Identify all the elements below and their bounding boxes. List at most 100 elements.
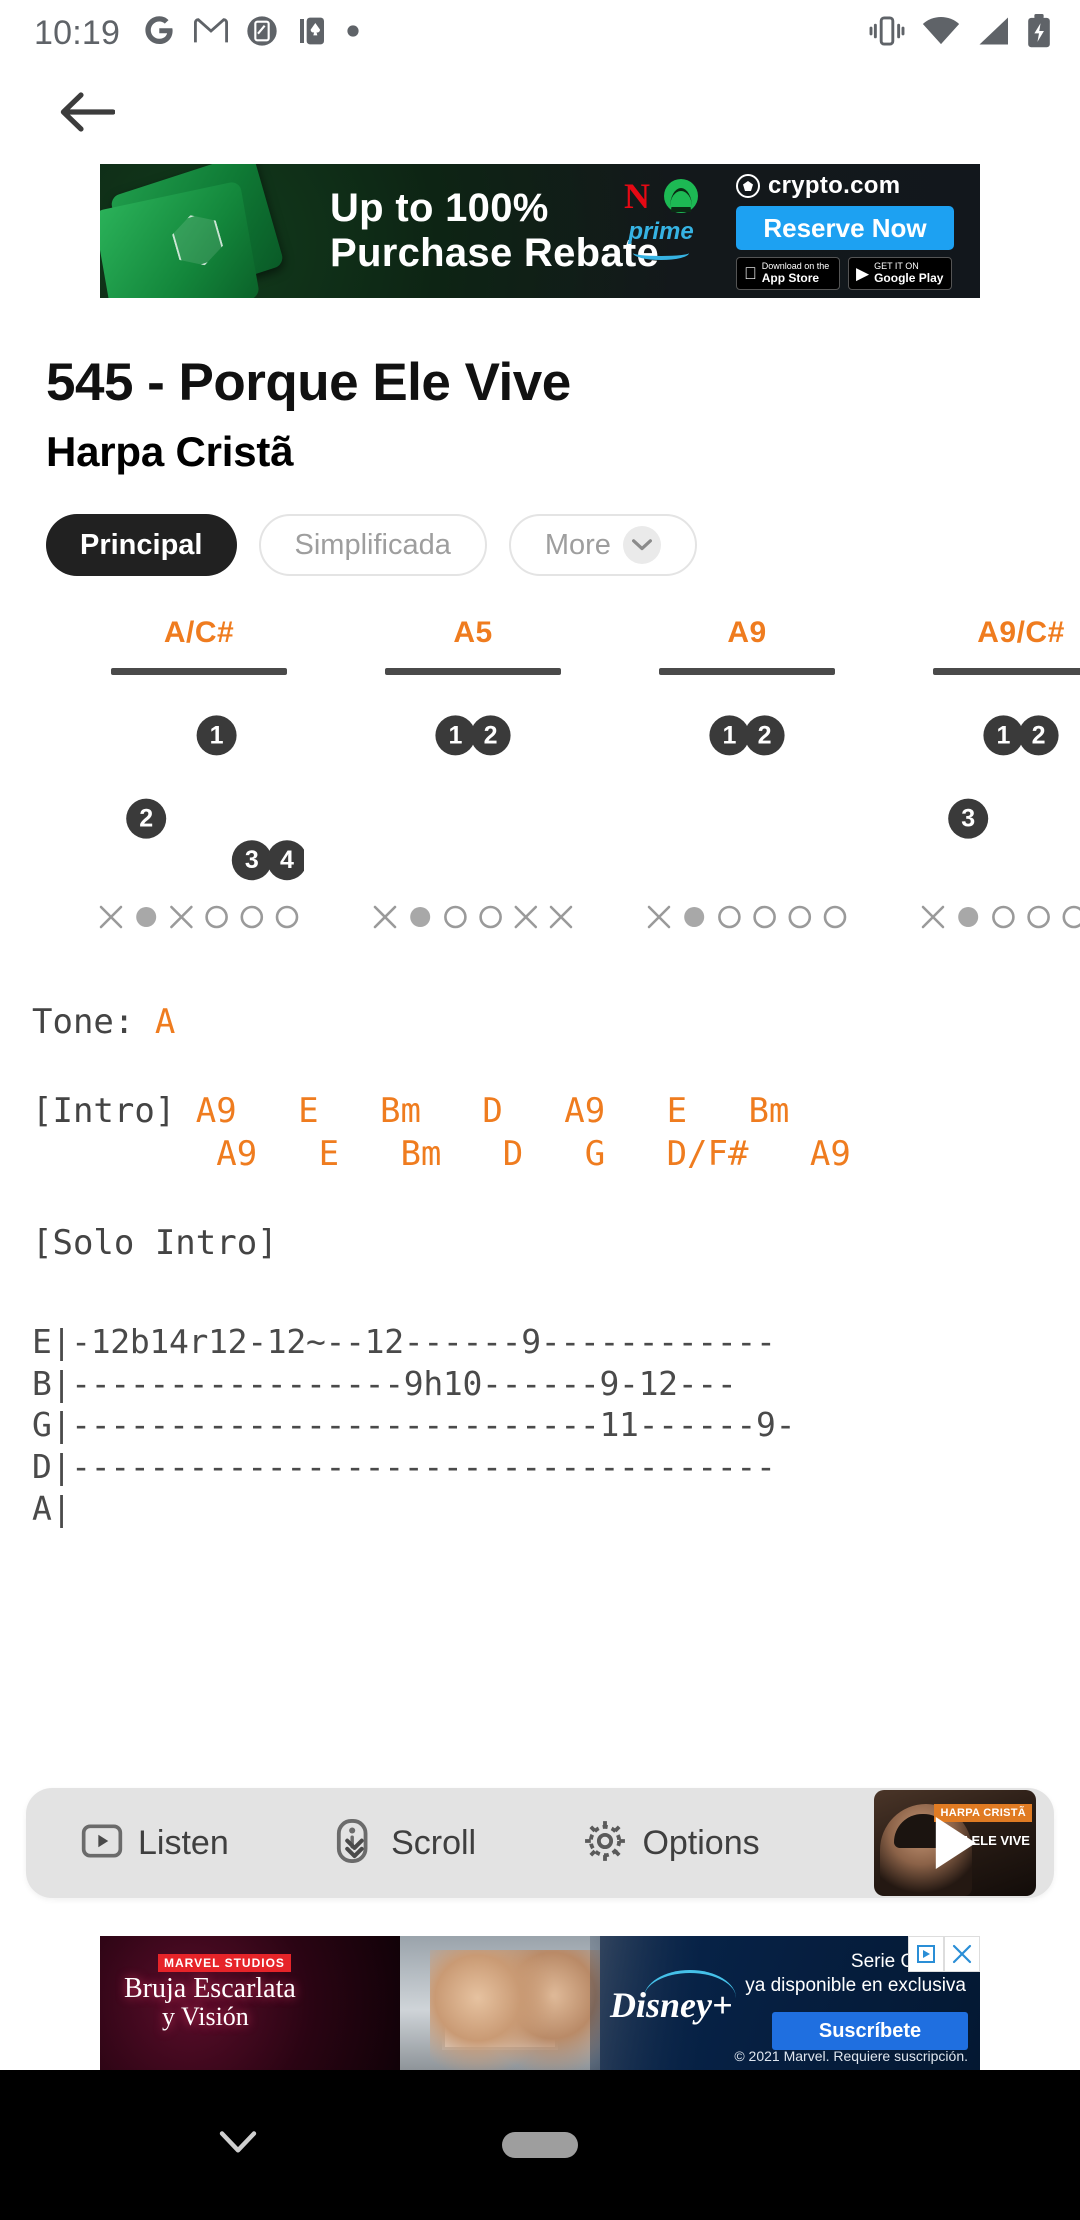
tab-simplificada[interactable]: Simplificada	[258, 514, 487, 577]
app-store-text: Download on the App Store	[749, 261, 830, 285]
ad-bottom-title-line2: y Visión	[162, 2002, 249, 2032]
chevron-down-icon	[622, 526, 661, 565]
apple-icon: 	[744, 265, 757, 282]
chord-fretboard: 12 3	[884, 664, 1080, 890]
status-bar-system-icons	[868, 13, 1052, 53]
tab-line: G|---------------------------11------9-	[32, 1405, 796, 1445]
prime-smile-icon	[633, 246, 689, 260]
chord-fretboard: 12	[610, 664, 884, 890]
status-bar-time: 10:19	[34, 13, 121, 52]
disney-plus-logo: Disney+	[610, 1985, 733, 2025]
scroll-button[interactable]: Scroll	[335, 1818, 476, 1869]
page-title: 545 - Porque Ele Vive	[46, 353, 571, 412]
ad-bottom-title-line1: Bruja Escarlata	[124, 1973, 296, 2004]
close-icon[interactable]	[944, 1936, 980, 1972]
tone-row: Tone: A	[32, 1002, 1048, 1042]
ad-artwork-characters	[430, 1950, 600, 2070]
chord-diagram[interactable]: A/C# 1 2 3 4	[62, 616, 336, 938]
svg-text:2: 2	[1032, 722, 1046, 750]
tab-principal[interactable]: Principal	[46, 514, 237, 577]
scroll-label: Scroll	[391, 1823, 477, 1862]
listen-label: Listen	[138, 1823, 229, 1862]
video-thumbnail[interactable]: HARPA CRISTÃ QUE ELE VIVE	[873, 1790, 1036, 1896]
chord-name-label: A/C#	[163, 616, 235, 650]
netflix-logo-icon: N	[624, 176, 650, 216]
spotify-logo-icon	[664, 179, 698, 213]
screenshot-icon	[246, 15, 278, 52]
google-play-text: GET IT ON Google Play	[874, 261, 944, 285]
chord-open-string-markers	[884, 896, 1080, 938]
solitaire-icon	[296, 15, 328, 52]
version-tabs: Principal Simplificada More	[46, 514, 1080, 577]
svg-text:2: 2	[758, 722, 772, 750]
ad-bottom-copy-line2: ya disponible en exclusiva	[745, 1974, 966, 1996]
ad-brand: crypto.com	[736, 172, 968, 200]
status-bar-notification-icons	[142, 14, 360, 53]
chord-open-string-markers	[610, 896, 884, 938]
bottom-ad-banner[interactable]: MARVEL STUDIOS Bruja Escarlata y Visión …	[100, 1936, 980, 2070]
back-button[interactable]	[52, 77, 122, 147]
battery-charging-icon	[1026, 13, 1052, 53]
crypto-logo-icon	[736, 174, 760, 198]
chord-diagram[interactable]: A9/C# 1 2 3	[884, 616, 1080, 938]
intro-row-2: A9 E Bm D G D/F# A9	[32, 1133, 1048, 1176]
crypto-hex-logo-icon	[169, 208, 227, 272]
svg-text:2: 2	[484, 722, 498, 750]
hide-keyboard-button[interactable]	[218, 2130, 258, 2161]
ad-cta-group: crypto.com Reserve Now  Download on the…	[736, 172, 968, 290]
ad-controls	[908, 1936, 980, 1972]
artist-link[interactable]: Harpa Cristã	[46, 428, 1034, 476]
ad-legal-text: © 2021 Marvel. Requiere suscripción.	[734, 2048, 968, 2064]
top-ad-banner[interactable]: Up to 100% Purchase Rebate N prime crypt…	[100, 164, 980, 298]
intro-chords-1[interactable]: A9 E Bm D A9 E Bm	[196, 1091, 790, 1131]
player-toolbar: Listen Scroll Options HARPA CRISTÃ QUE E…	[26, 1788, 1054, 1898]
signal-icon	[976, 16, 1010, 51]
svg-text:4: 4	[280, 846, 294, 874]
chord-fretboard: 12	[336, 664, 610, 890]
prime-logo-icon: prime	[628, 218, 694, 245]
vibrate-icon	[868, 15, 906, 52]
guitar-tablature: E|-12b14r12-12~--12------9------------ B|…	[0, 1321, 1080, 1529]
chord-diagram[interactable]: A5 1 2	[336, 616, 610, 938]
top-ad-container: Up to 100% Purchase Rebate N prime crypt…	[0, 164, 1080, 298]
chord-open-string-markers	[62, 896, 336, 938]
options-label: Options	[642, 1823, 760, 1862]
tab-line: D|------------------------------------	[32, 1447, 776, 1487]
tab-simplificada-label: Simplificada	[294, 528, 451, 561]
ad-subscribe-button[interactable]: Suscríbete	[772, 2012, 968, 2050]
arrow-left-icon	[60, 92, 115, 132]
tab-more[interactable]: More	[508, 514, 697, 577]
app-store-badge[interactable]:  Download on theApp Store	[736, 257, 840, 290]
svg-text:3: 3	[961, 805, 975, 833]
play-store-icon: ▶	[856, 264, 870, 283]
ad-bottom-title: Bruja Escarlata y Visión	[124, 1974, 394, 2031]
svg-text:1: 1	[722, 722, 736, 750]
tab-more-label: More	[544, 528, 611, 561]
chord-diagram-strip: A/C# 1 2 3 4 A5 1 2 A9 1 2 A9/C# 1 2 3	[0, 616, 1080, 938]
svg-text:2: 2	[139, 805, 153, 833]
play-icon	[935, 1817, 976, 1869]
intro-chords-2[interactable]: A9 E Bm D G D/F# A9	[216, 1134, 851, 1174]
home-pill-handle[interactable]	[502, 2132, 578, 2158]
ad-partner-logos: N prime	[624, 178, 698, 260]
intro-row2-indent	[32, 1134, 216, 1174]
ad-reserve-button[interactable]: Reserve Now	[736, 206, 954, 250]
google-play-badge[interactable]: ▶ GET IT ON Google Play	[848, 257, 952, 290]
tone-value[interactable]: A	[155, 1002, 175, 1042]
marvel-studios-logo: MARVEL STUDIOS	[158, 1954, 291, 1972]
options-button[interactable]: Options	[582, 1818, 760, 1869]
svg-text:3: 3	[245, 846, 259, 874]
chord-name-label: A9	[727, 616, 767, 650]
tab-line: A|	[32, 1488, 72, 1528]
chord-diagram[interactable]: A9 1 2	[610, 616, 884, 938]
listen-button[interactable]: Listen	[80, 1819, 229, 1868]
chord-fretboard: 1 2 34	[62, 664, 336, 890]
bottom-ad-container: MARVEL STUDIOS Bruja Escarlata y Visión …	[0, 1936, 1080, 2070]
gear-icon	[582, 1818, 628, 1869]
ad-headline-line2: Purchase Rebate	[330, 230, 660, 275]
ad-brand-label: crypto.com	[768, 172, 901, 199]
svg-text:1: 1	[448, 722, 462, 750]
adchoices-icon[interactable]	[908, 1936, 944, 1972]
tab-line: E|-12b14r12-12~--12------9------------	[32, 1322, 776, 1362]
svg-text:1: 1	[210, 722, 224, 750]
